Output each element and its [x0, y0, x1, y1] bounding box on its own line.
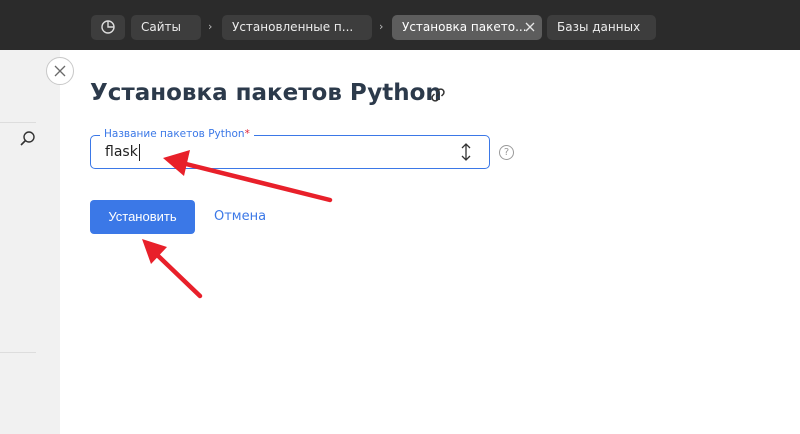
search-icon[interactable] — [19, 130, 37, 148]
breadcrumb-sites[interactable]: Сайты — [131, 15, 201, 40]
dashboard-button[interactable] — [91, 15, 125, 40]
sidebar-divider — [0, 352, 36, 353]
breadcrumb-sites-label: Сайты — [141, 20, 181, 34]
page-title: Установка пакетов Python — [90, 80, 442, 106]
package-name-value[interactable]: flask — [105, 144, 140, 161]
sidebar — [0, 50, 60, 434]
pie-chart-icon — [101, 20, 115, 34]
package-name-label-text: Название пакетов Python — [104, 128, 245, 140]
cancel-link[interactable]: Отмена — [214, 209, 266, 224]
package-name-input[interactable] — [90, 135, 490, 169]
breadcrumb-install-packages-label: Установка пакето... — [402, 20, 527, 34]
breadcrumb-install-packages[interactable]: Установка пакето... — [392, 15, 542, 40]
install-button[interactable]: Установить — [90, 200, 195, 234]
breadcrumb-installed-label: Установленные п... — [232, 20, 354, 34]
link-icon[interactable] — [430, 87, 446, 103]
arrow-to-install-button — [142, 239, 203, 299]
resize-vertical-icon[interactable] — [460, 143, 472, 161]
breadcrumb-databases[interactable]: Базы данных — [547, 15, 656, 40]
close-icon — [54, 65, 66, 77]
close-tab-icon[interactable] — [523, 20, 537, 34]
chevron-right-icon: › — [379, 20, 384, 33]
breadcrumb-databases-label: Базы данных — [557, 20, 641, 34]
package-name-label: Название пакетов Python* — [100, 128, 254, 140]
sidebar-divider — [0, 122, 36, 123]
close-panel-button[interactable] — [46, 57, 74, 85]
top-bar: Сайты › Установленные п... › Установка п… — [0, 0, 800, 50]
chevron-right-icon: › — [208, 20, 213, 33]
breadcrumb-installed[interactable]: Установленные п... — [222, 15, 372, 40]
help-icon[interactable]: ? — [499, 145, 514, 160]
required-mark: * — [244, 128, 250, 140]
